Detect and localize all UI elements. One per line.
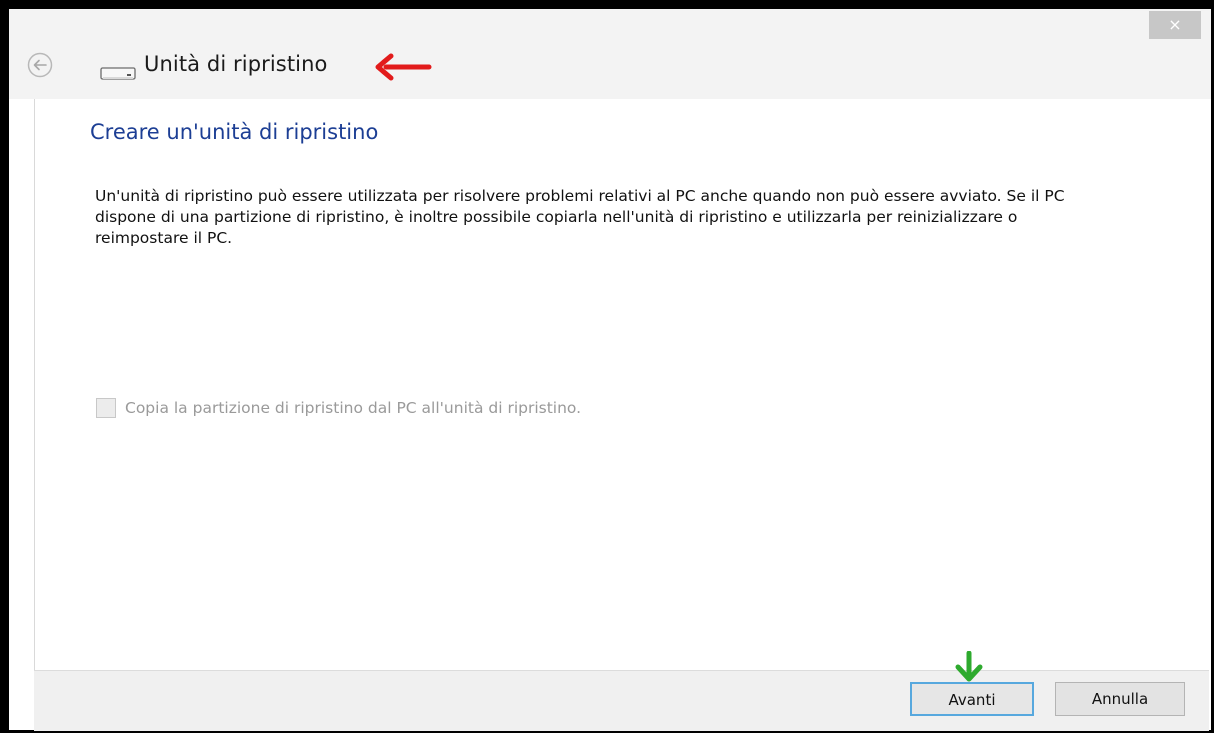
drive-icon — [100, 67, 136, 80]
close-button[interactable]: × — [1149, 11, 1201, 39]
cancel-button[interactable]: Annulla — [1055, 682, 1185, 716]
next-button[interactable]: Avanti — [910, 682, 1034, 716]
back-arrow-icon[interactable] — [27, 52, 53, 78]
screenshot-border-left — [0, 0, 9, 733]
red-annotation-arrow — [375, 53, 432, 81]
screenshot-border-top — [0, 0, 1214, 9]
recovery-drive-window: × Unità di ripristino Creare un'unità di… — [0, 0, 1214, 733]
close-icon: × — [1168, 15, 1182, 34]
window-title: Unità di ripristino — [144, 52, 328, 76]
copy-partition-label: Copia la partizione di ripristino dal PC… — [125, 398, 582, 417]
copy-partition-option[interactable]: Copia la partizione di ripristino dal PC… — [96, 397, 581, 419]
content-area — [34, 99, 1210, 670]
page-title: Creare un'unità di ripristino — [90, 120, 379, 144]
copy-partition-checkbox[interactable] — [96, 397, 116, 418]
page-description: Un'unità di ripristino può essere utiliz… — [95, 187, 1065, 247]
green-annotation-arrow — [955, 651, 983, 682]
